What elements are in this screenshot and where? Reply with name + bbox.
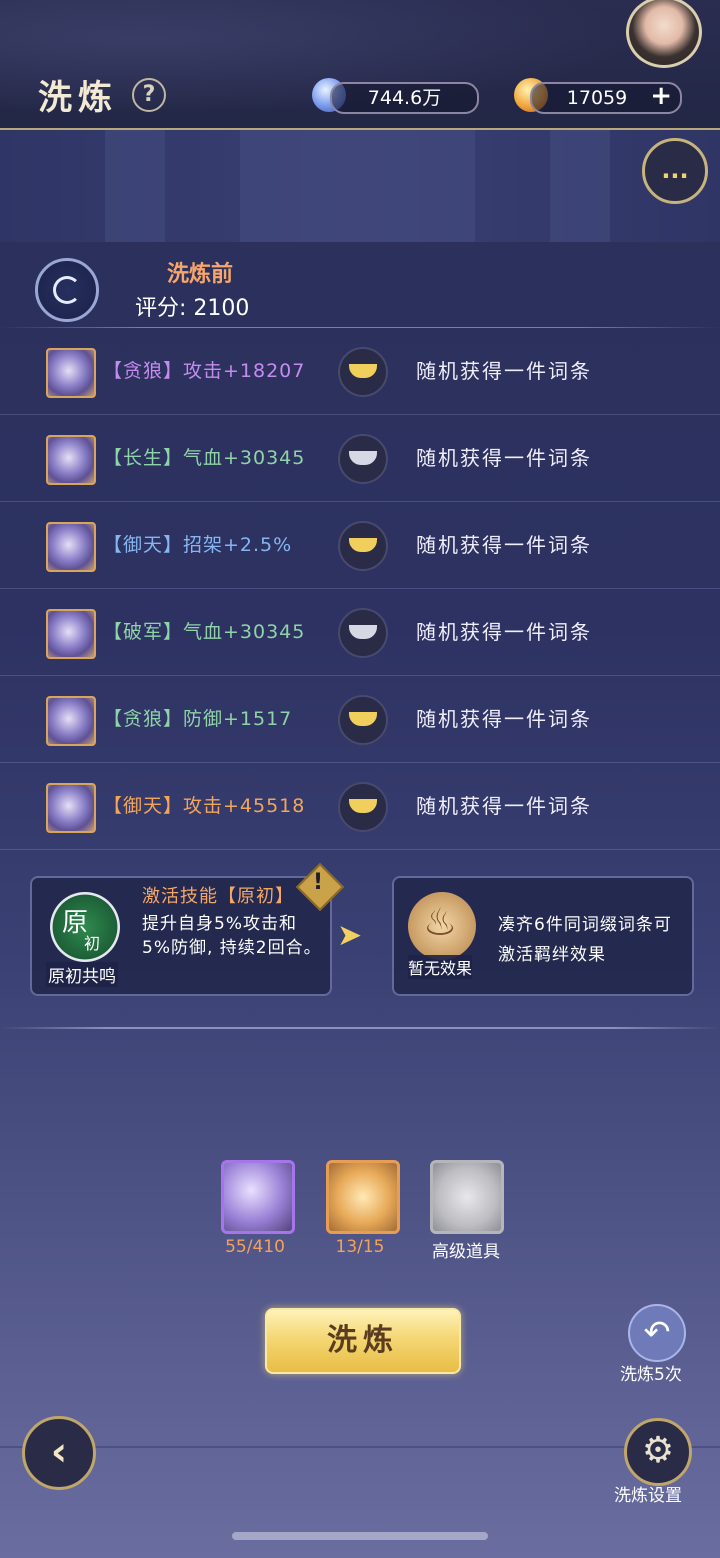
settings-label: 洗炼设置 (614, 1486, 682, 1506)
attribute-row: 【长生】气血+30345 随机获得一件词条 (0, 415, 720, 502)
item-count: 13/15 (335, 1237, 385, 1257)
refine-five-label: 洗炼5次 (620, 1365, 682, 1385)
random-entry-text: 随机获得一件词条 (416, 620, 592, 644)
random-entry-text: 随机获得一件词条 (416, 359, 592, 383)
bond-description: 凑齐6件同词缀词条可激活羁绊效果 (498, 915, 672, 965)
flame-icon[interactable] (408, 892, 476, 960)
currency-silver-amount: 744.6万 (330, 82, 479, 114)
currency-gold-amount: 17059 (566, 87, 628, 109)
random-entry-text: 随机获得一件词条 (416, 707, 592, 731)
gold-pyramid-item[interactable] (326, 1160, 400, 1234)
refine-button[interactable]: 洗炼 (265, 1308, 461, 1374)
yuanchu-icon[interactable]: 原 初 (50, 892, 120, 962)
attribute-text: 【贪狼】攻击+18207 (103, 360, 306, 382)
attribute-text: 【贪狼】防御+1517 (103, 708, 293, 730)
equipment-icon[interactable] (46, 696, 96, 746)
random-entry-text: 随机获得一件词条 (416, 533, 592, 557)
banner-panel (240, 130, 475, 242)
lock-icon[interactable] (338, 434, 388, 484)
item-count: 55/410 (225, 1237, 285, 1257)
warning-mark: ! (312, 870, 324, 895)
equipment-icon[interactable] (46, 609, 96, 659)
currency-gold-box: 17059 + (530, 82, 682, 114)
equipment-banner (0, 130, 720, 242)
item-label: 高级道具 (432, 1242, 500, 1262)
attribute-text: 【长生】气血+30345 (103, 447, 306, 469)
skill-title: 激活技能【原初】 (142, 886, 294, 907)
purple-crystal-item[interactable] (221, 1160, 295, 1234)
gear-icon[interactable]: ⚙ (624, 1418, 692, 1486)
lock-icon[interactable] (338, 782, 388, 832)
attribute-text: 【御天】招架+2.5% (103, 534, 293, 556)
lock-icon[interactable] (338, 608, 388, 658)
chat-icon[interactable]: ... (642, 138, 708, 204)
bottom-bar (0, 1446, 720, 1448)
equipment-icon[interactable] (46, 522, 96, 572)
help-icon[interactable]: ? (132, 78, 166, 112)
equipment-icon[interactable] (46, 435, 96, 485)
banner-panel (550, 130, 610, 242)
yuanchu-icon-sub: 初 (84, 934, 101, 953)
attribute-row: 【贪狼】攻击+18207 随机获得一件词条 (0, 328, 720, 415)
attribute-text: 【御天】攻击+45518 (103, 795, 306, 817)
add-currency-button[interactable]: + (650, 82, 672, 110)
home-indicator[interactable] (232, 1532, 488, 1540)
skill-icon-label: 原初共鸣 (46, 962, 118, 987)
divider (0, 1027, 720, 1029)
lock-icon[interactable] (338, 521, 388, 571)
attribute-row: 【御天】招架+2.5% 随机获得一件词条 (0, 502, 720, 589)
score-value: 评分: 2100 (135, 296, 250, 321)
random-entry-text: 随机获得一件词条 (416, 794, 592, 818)
banner-panel (105, 130, 165, 242)
bond-status-label: 暂无效果 (408, 955, 473, 979)
lock-icon[interactable] (338, 695, 388, 745)
random-entry-text: 随机获得一件词条 (416, 446, 592, 470)
back-button[interactable]: ‹ (22, 1416, 96, 1490)
attribute-text: 【破军】气血+30345 (103, 621, 306, 643)
equipment-icon[interactable] (46, 783, 96, 833)
lock-icon[interactable] (338, 347, 388, 397)
attribute-row: 【御天】攻击+45518 随机获得一件词条 (0, 763, 720, 850)
page-title: 洗炼 (38, 78, 118, 118)
advanced-item-slot[interactable] (430, 1160, 504, 1234)
attribute-row: 【贪狼】防御+1517 随机获得一件词条 (0, 676, 720, 763)
score-icon (35, 258, 99, 322)
attribute-row: 【破军】气血+30345 随机获得一件词条 (0, 589, 720, 676)
undo-icon[interactable]: ↶ (628, 1304, 686, 1362)
arrow-right-icon: ➤ (337, 918, 363, 953)
before-label: 洗炼前 (166, 262, 233, 287)
skill-description: 提升自身5%攻击和5%防御, 持续2回合。 (142, 914, 322, 958)
equipment-icon[interactable] (46, 348, 96, 398)
